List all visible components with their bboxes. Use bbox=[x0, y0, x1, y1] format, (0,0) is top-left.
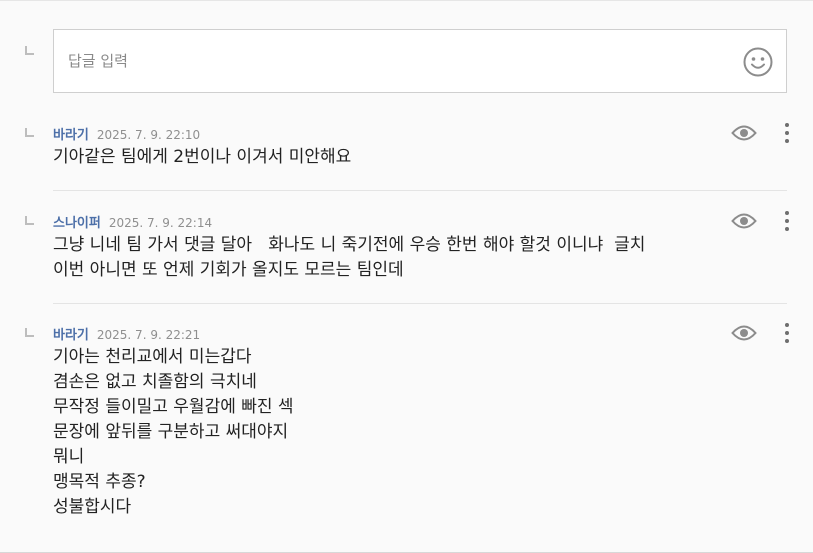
reply-corner-icon bbox=[25, 128, 34, 137]
vertical-dots-icon[interactable] bbox=[780, 322, 794, 344]
eye-icon[interactable] bbox=[731, 124, 757, 142]
comment-line: 무작정 들이밀고 우월감에 빠진 섹 bbox=[53, 397, 294, 417]
reply-corner-icon bbox=[25, 216, 34, 225]
smiley-face-icon[interactable] bbox=[742, 46, 774, 78]
comment-line: 맹목적 추종? bbox=[53, 472, 146, 492]
comment-body: 그냥 니네 팀 가서 댓글 달아 화나도 니 죽기전에 우승 한번 해야 할것 … bbox=[53, 233, 773, 283]
comment-meta: 스나이퍼 2025. 7. 9. 22:14 bbox=[53, 212, 212, 231]
comment-divider bbox=[53, 303, 787, 304]
vertical-dots-icon[interactable] bbox=[780, 210, 794, 232]
comment-divider bbox=[53, 190, 787, 191]
comment-line: 그냥 니네 팀 가서 댓글 달아 화나도 니 죽기전에 우승 한번 해야 할것 … bbox=[53, 235, 646, 255]
comment-line: 문장에 앞뒤를 구분하고 써대야지 bbox=[53, 422, 289, 442]
comment-author[interactable]: 바라기 bbox=[53, 124, 89, 143]
eye-icon[interactable] bbox=[731, 324, 757, 342]
comment-line: 겸손은 없고 치졸함의 극치네 bbox=[53, 372, 257, 392]
eye-icon[interactable] bbox=[731, 212, 757, 230]
comment-line: 기아는 천리교에서 미는갑다 bbox=[53, 347, 252, 367]
reply-input[interactable] bbox=[54, 30, 734, 92]
comment-author[interactable]: 바라기 bbox=[53, 324, 89, 343]
reply-input-box[interactable] bbox=[53, 29, 787, 93]
comment-line: 이번 아니면 또 언제 기회가 올지도 모르는 팀인데 bbox=[53, 260, 404, 280]
comment-author[interactable]: 스나이퍼 bbox=[53, 212, 101, 231]
comment-meta: 바라기 2025. 7. 9. 22:21 bbox=[53, 324, 200, 343]
comment-date: 2025. 7. 9. 22:14 bbox=[108, 216, 213, 230]
comment-body: 기아같은 팀에게 2번이나 이겨서 미안해요 bbox=[53, 145, 773, 170]
vertical-dots-icon[interactable] bbox=[780, 122, 794, 144]
reply-corner-icon bbox=[25, 328, 34, 337]
comment-line: 성불합시다 bbox=[53, 497, 132, 517]
comment-meta: 바라기 2025. 7. 9. 22:10 bbox=[53, 124, 200, 143]
comment-body: 기아는 천리교에서 미는갑다 겸손은 없고 치졸함의 극치네 무작정 들이밀고 … bbox=[53, 345, 773, 520]
comment-line: 기아같은 팀에게 2번이나 이겨서 미안해요 bbox=[53, 147, 352, 167]
comment-line: 뭐니 bbox=[53, 447, 85, 467]
comment-date: 2025. 7. 9. 22:10 bbox=[96, 128, 201, 142]
reply-corner-icon bbox=[25, 46, 34, 55]
comment-date: 2025. 7. 9. 22:21 bbox=[96, 328, 201, 342]
top-divider bbox=[0, 0, 813, 1]
